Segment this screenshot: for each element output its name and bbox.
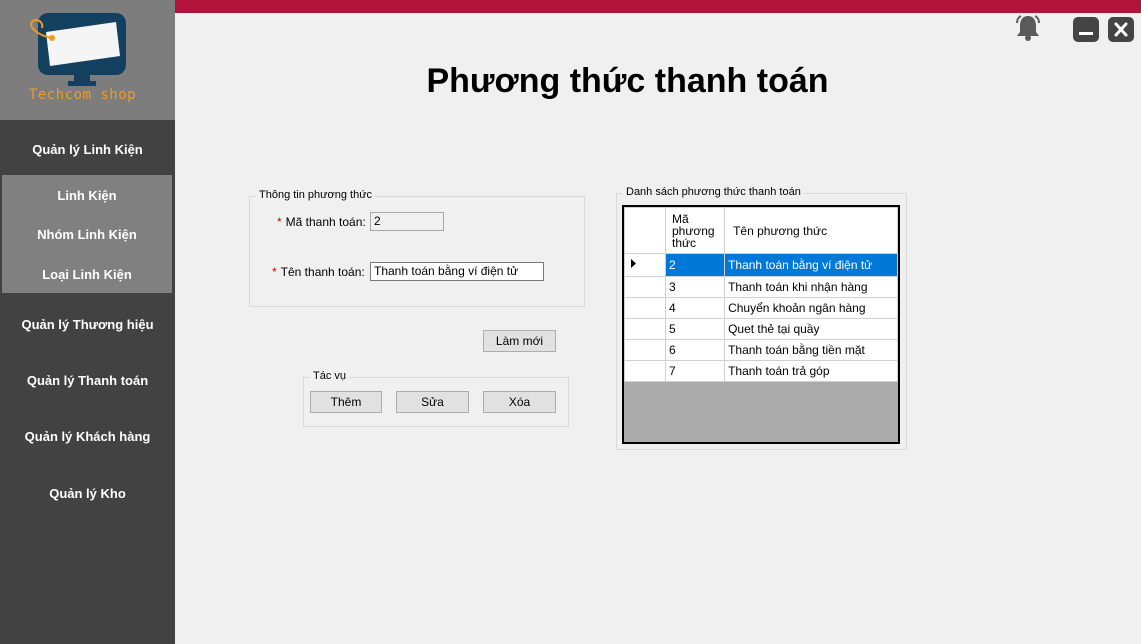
- sidebar-subitem-nhom-linh-kien[interactable]: Nhóm Linh Kiện: [2, 227, 172, 242]
- sidebar-item-thanh-toan[interactable]: Quản lý Thanh toán: [0, 373, 175, 388]
- bell-icon[interactable]: [1013, 13, 1043, 43]
- payment-methods-grid[interactable]: Mã phương thức Tên phương thức 2 Thanh t…: [622, 205, 900, 444]
- required-mark: *: [272, 265, 277, 279]
- top-accent-bar: [175, 0, 1141, 13]
- close-button[interactable]: [1108, 17, 1134, 42]
- payment-methods-table: Mã phương thức Tên phương thức 2 Thanh t…: [624, 207, 898, 382]
- column-header-ten-phuong-thuc[interactable]: Tên phương thức: [724, 207, 898, 254]
- delete-button[interactable]: Xóa: [483, 391, 556, 413]
- table-cell-id[interactable]: 3: [664, 276, 726, 298]
- table-cell-id[interactable]: 6: [664, 339, 726, 361]
- actions-groupbox-title: Tác vụ: [310, 370, 350, 382]
- logo-text: Techcom shop: [28, 87, 137, 103]
- table-row[interactable]: 6 Thanh toán bằng tiền mặt: [624, 339, 898, 361]
- row-header[interactable]: [624, 297, 666, 319]
- sidebar-subitem-loai-linh-kien[interactable]: Loại Linh Kiện: [2, 267, 172, 282]
- sidebar-item-khach-hang[interactable]: Quản lý Khách hàng: [0, 429, 175, 444]
- table-row[interactable]: 2 Thanh toán bằng ví điện tử: [624, 253, 898, 277]
- logo-area: Techcom shop: [0, 0, 175, 120]
- ma-thanh-toan-label: * Mã thanh toán:: [277, 215, 366, 229]
- add-button[interactable]: Thêm: [310, 391, 382, 413]
- close-icon: [1114, 22, 1128, 37]
- table-cell-name[interactable]: Thanh toán bằng ví điện tử: [724, 253, 898, 277]
- table-cell-name[interactable]: Quet thẻ tại quầy: [724, 318, 898, 340]
- ten-thanh-toan-label: * Tên thanh toán:: [272, 265, 365, 279]
- required-mark: *: [277, 215, 282, 229]
- ten-thanh-toan-input[interactable]: Thanh toán bằng ví điện tử: [370, 262, 544, 281]
- current-row-arrow-icon: [631, 259, 636, 268]
- row-header[interactable]: [624, 360, 666, 382]
- ma-thanh-toan-field[interactable]: 2: [370, 212, 444, 231]
- sidebar: Techcom shop Quản lý Linh Kiện Linh Kiện…: [0, 0, 175, 644]
- info-groupbox-title: Thông tin phương thức: [256, 189, 376, 201]
- table-row[interactable]: 7 Thanh toán trả góp: [624, 360, 898, 382]
- sidebar-item-thuong-hieu[interactable]: Quản lý Thương hiệu: [0, 317, 175, 332]
- table-cell-name[interactable]: Thanh toán trả góp: [724, 360, 898, 382]
- table-cell-name[interactable]: Thanh toán khi nhận hàng: [724, 276, 898, 298]
- table-row[interactable]: 3 Thanh toán khi nhận hàng: [624, 276, 898, 298]
- table-cell-name[interactable]: Thanh toán bằng tiền mặt: [724, 339, 898, 361]
- table-cell-name[interactable]: Chuyển khoản ngân hàng: [724, 297, 898, 319]
- table-cell-id[interactable]: 7: [664, 360, 726, 382]
- table-cell-id[interactable]: 4: [664, 297, 726, 319]
- row-header[interactable]: [624, 253, 666, 277]
- table-row[interactable]: 4 Chuyển khoản ngân hàng: [624, 297, 898, 319]
- list-groupbox-title: Danh sách phương thức thanh toán: [623, 186, 804, 198]
- page-title: Phương thức thanh toán: [426, 62, 829, 100]
- sidebar-submenu: Linh Kiện Nhóm Linh Kiện Loại Linh Kiện: [2, 175, 172, 293]
- table-cell-id[interactable]: 2: [664, 253, 726, 277]
- row-header[interactable]: [624, 339, 666, 361]
- minimize-icon: [1079, 32, 1093, 35]
- edit-button[interactable]: Sửa: [396, 391, 469, 413]
- sidebar-subitem-linh-kien[interactable]: Linh Kiện: [2, 188, 172, 203]
- ten-thanh-toan-label-text: Tên thanh toán:: [280, 265, 365, 279]
- sidebar-group-linh-kien[interactable]: Quản lý Linh Kiện: [0, 142, 175, 157]
- table-header-row: Mã phương thức Tên phương thức: [624, 207, 898, 254]
- monitor-tag-logo-icon: [30, 13, 126, 86]
- sidebar-item-kho[interactable]: Quản lý Kho: [0, 486, 175, 501]
- minimize-button[interactable]: [1073, 17, 1099, 42]
- row-header[interactable]: [624, 276, 666, 298]
- row-header[interactable]: [624, 318, 666, 340]
- table-row[interactable]: 5 Quet thẻ tại quầy: [624, 318, 898, 340]
- table-cell-id[interactable]: 5: [664, 318, 726, 340]
- refresh-button[interactable]: Làm mới: [483, 330, 556, 352]
- column-header-ma-phuong-thuc[interactable]: Mã phương thức: [664, 207, 726, 254]
- row-header-corner: [624, 207, 666, 254]
- ma-thanh-toan-label-text: Mã thanh toán:: [285, 215, 366, 229]
